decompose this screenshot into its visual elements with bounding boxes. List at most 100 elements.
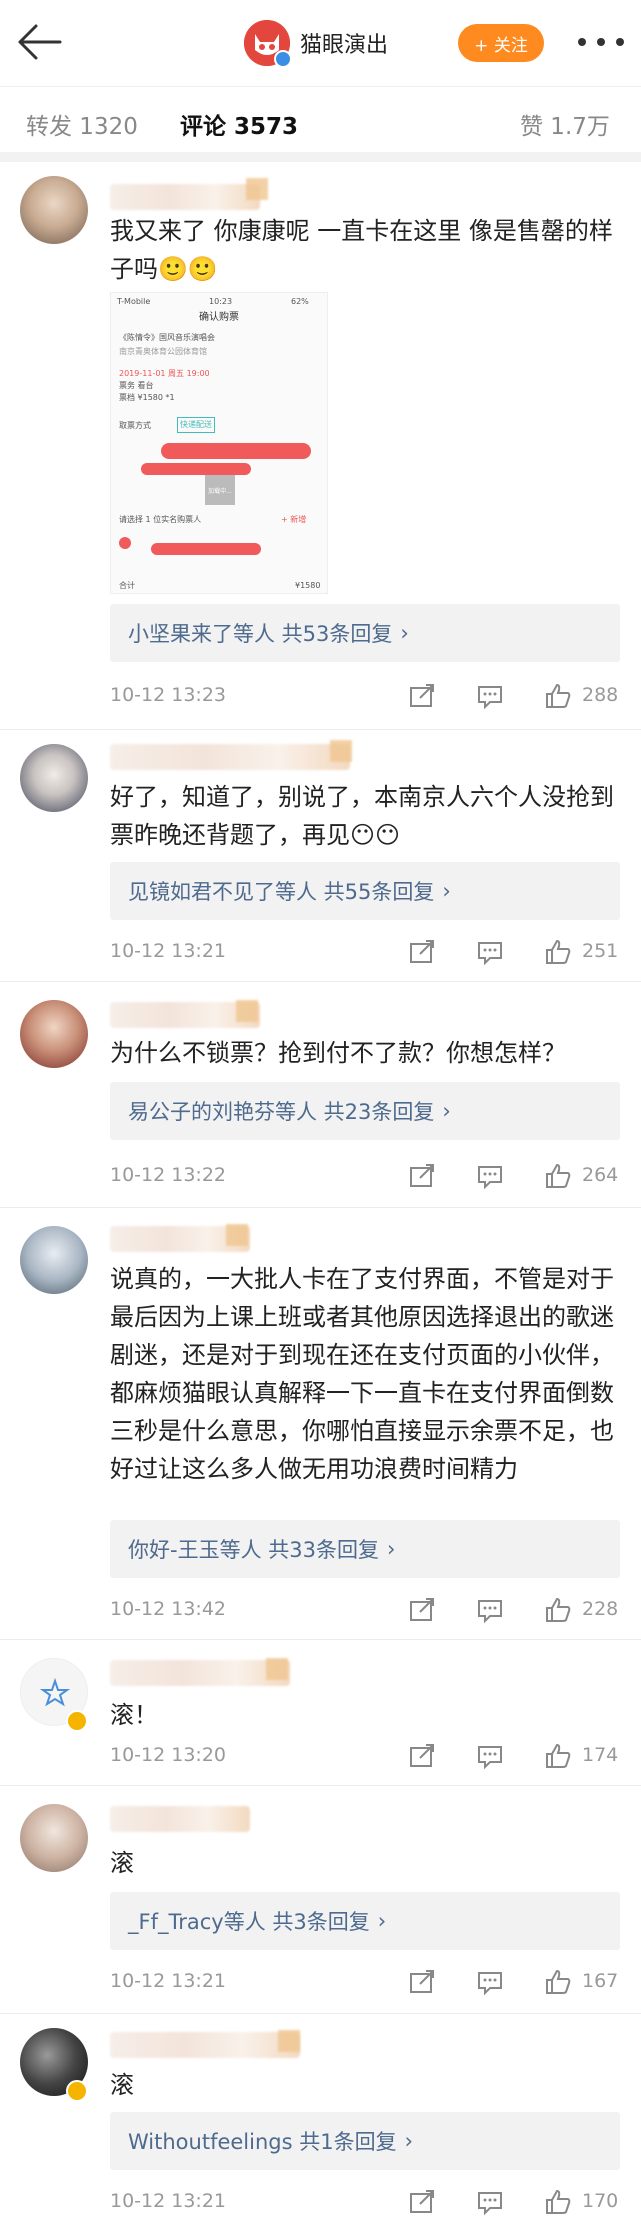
replies-summary: Withoutfeelings 共1条回复 [128, 2130, 397, 2154]
username-blurred[interactable] [110, 1660, 290, 1686]
tab-likes[interactable]: 赞 1.7万 [520, 107, 610, 141]
comment-icon[interactable] [476, 2188, 504, 2216]
top-bar: 猫眼演出 + 关注 [0, 0, 641, 86]
verified-gold-icon [66, 2080, 88, 2102]
user-badge [236, 1000, 258, 1022]
tab-comments[interactable]: 评论 3573 [180, 107, 298, 141]
replies-summary: _Ff_Tracy等人 共3条回复 [128, 1910, 370, 1934]
like-icon[interactable] [544, 1968, 572, 1996]
tab-reposts[interactable]: 转发 1320 [26, 107, 138, 141]
comment-text: 为什么不锁票？抢到付不了款？你想怎样？ [110, 1039, 566, 1067]
verified-gold-icon [66, 1710, 88, 1732]
username-blurred[interactable] [110, 1806, 250, 1832]
repost-icon[interactable] [408, 938, 436, 966]
repost-icon[interactable] [408, 1596, 436, 1624]
comment-text: 滚！ [110, 1701, 158, 1729]
comment-text: 滚 [110, 1849, 134, 1877]
username-blurred[interactable] [110, 184, 260, 210]
comment-text: 滚 [110, 2071, 134, 2099]
like-count: 170 [582, 2190, 619, 2212]
like-count: 228 [582, 1598, 619, 1620]
redaction-mark [161, 443, 311, 459]
repost-icon[interactable] [408, 1162, 436, 1190]
repost-icon[interactable] [408, 1742, 436, 1770]
screenshot-total-value: ¥1580 [295, 581, 321, 590]
chevron-right-icon: › [400, 621, 409, 645]
replies-summary: 你好-王玉等人 共33条回复 [128, 1538, 379, 1562]
screenshot-price: 票档 ¥1580 *1 [119, 393, 175, 402]
comment-meta: 10-12 13:23 288 [110, 682, 620, 712]
account-avatar[interactable] [244, 20, 292, 68]
comment-time: 10-12 13:20 [110, 1744, 227, 1766]
like-icon[interactable] [544, 682, 572, 710]
status-carrier: T-Mobile [117, 297, 151, 306]
screenshot-loading: 加载中... [205, 475, 235, 505]
screenshot-event: 《陈情令》国风音乐演唱会 [119, 333, 215, 342]
user-avatar[interactable] [20, 1226, 88, 1294]
user-avatar[interactable] [20, 176, 88, 244]
follow-button[interactable]: + 关注 [458, 24, 544, 62]
like-count: 174 [582, 1744, 619, 1766]
user-badge [330, 740, 352, 762]
repost-icon[interactable] [408, 682, 436, 710]
like-count: 167 [582, 1970, 619, 1992]
comment-time: 10-12 13:21 [110, 940, 227, 962]
like-icon[interactable] [544, 1162, 572, 1190]
screenshot-venue: 南京青奥体育公园体育馆 [119, 347, 207, 356]
user-badge [246, 178, 268, 200]
redaction-mark [119, 537, 131, 549]
comment-time: 10-12 13:22 [110, 1164, 227, 1186]
like-icon[interactable] [544, 1596, 572, 1624]
replies-link[interactable]: _Ff_Tracy等人 共3条回复 › [110, 1892, 620, 1950]
tab-bar: 转发 1320 评论 3573 赞 1.7万 [0, 86, 641, 162]
comment-item: 我又来了 你康康呢 一直卡在这里 像是售罄的样子吗🙂🙂 T-Mobile 10:… [0, 162, 641, 730]
like-icon[interactable] [544, 938, 572, 966]
user-avatar[interactable] [20, 1000, 88, 1068]
user-badge [278, 2030, 300, 2052]
username-blurred[interactable] [110, 744, 350, 770]
comment-meta: 10-12 13:22 264 [110, 1162, 620, 1192]
attached-screenshot[interactable]: T-Mobile 10:23 62% 确认购票 《陈情令》国风音乐演唱会 南京青… [110, 292, 328, 594]
user-badge [226, 1224, 248, 1246]
replies-summary: 易公子的刘艳芬等人 共23条回复 [128, 1100, 435, 1124]
status-battery: 62% [291, 297, 309, 306]
comment-text: 我又来了 你康康呢 一直卡在这里 像是售罄的样子吗🙂🙂 [110, 217, 613, 283]
comment-meta: 10-12 13:21 170 [110, 2188, 620, 2218]
comment-item: 为什么不锁票？抢到付不了款？你想怎样？ 易公子的刘艳芬等人 共23条回复 › 10… [0, 982, 641, 1208]
comment-meta: 10-12 13:20 174 [110, 1742, 620, 1772]
comment-item: 滚 Withoutfeelings 共1条回复 › 10-12 13:21 170 [0, 2014, 641, 2216]
replies-link[interactable]: 见镜如君不见了等人 共55条回复 › [110, 862, 620, 920]
chevron-right-icon: › [377, 1909, 387, 1933]
comment-item: 滚 _Ff_Tracy等人 共3条回复 › 10-12 13:21 167 [0, 1786, 641, 2014]
user-avatar[interactable] [20, 744, 88, 812]
comment-item: 说真的，一大批人卡在了支付界面，不管是对于最后因为上课上班或者其他原因选择退出的… [0, 1208, 641, 1640]
account-info[interactable]: 猫眼演出 [244, 20, 388, 68]
like-icon[interactable] [544, 2188, 572, 2216]
comment-time: 10-12 13:23 [110, 684, 227, 706]
like-icon[interactable] [544, 1742, 572, 1770]
user-badge [266, 1658, 288, 1680]
status-time: 10:23 [209, 297, 233, 306]
chevron-right-icon: › [442, 879, 451, 903]
repost-icon[interactable] [408, 2188, 436, 2216]
comment-item: 好了，知道了，别说了，本南京人六个人没抢到票昨晚还背题了，再见😶😶 见镜如君不见… [0, 730, 641, 982]
chevron-right-icon: › [404, 2129, 413, 2153]
comment-icon[interactable] [476, 938, 504, 966]
comment-icon[interactable] [476, 1742, 504, 1770]
comment-icon[interactable] [476, 682, 504, 710]
comment-meta: 10-12 13:21 251 [110, 938, 620, 968]
replies-link[interactable]: Withoutfeelings 共1条回复 › [110, 2112, 620, 2170]
username-blurred[interactable] [110, 2032, 300, 2058]
replies-link[interactable]: 易公子的刘艳芬等人 共23条回复 › [110, 1082, 620, 1140]
replies-link[interactable]: 小坚果来了等人 共53条回复 › [110, 604, 620, 662]
comment-icon[interactable] [476, 1162, 504, 1190]
screenshot-delivery: 取票方式 [119, 421, 151, 430]
user-avatar[interactable] [20, 1804, 88, 1872]
more-options-icon[interactable] [578, 36, 624, 48]
back-arrow-icon[interactable] [16, 22, 62, 62]
comment-icon[interactable] [476, 1596, 504, 1624]
replies-link[interactable]: 你好-王玉等人 共33条回复 › [110, 1520, 620, 1578]
comment-text: 说真的，一大批人卡在了支付界面，不管是对于最后因为上课上班或者其他原因选择退出的… [110, 1265, 614, 1483]
comment-icon[interactable] [476, 1968, 504, 1996]
repost-icon[interactable] [408, 1968, 436, 1996]
